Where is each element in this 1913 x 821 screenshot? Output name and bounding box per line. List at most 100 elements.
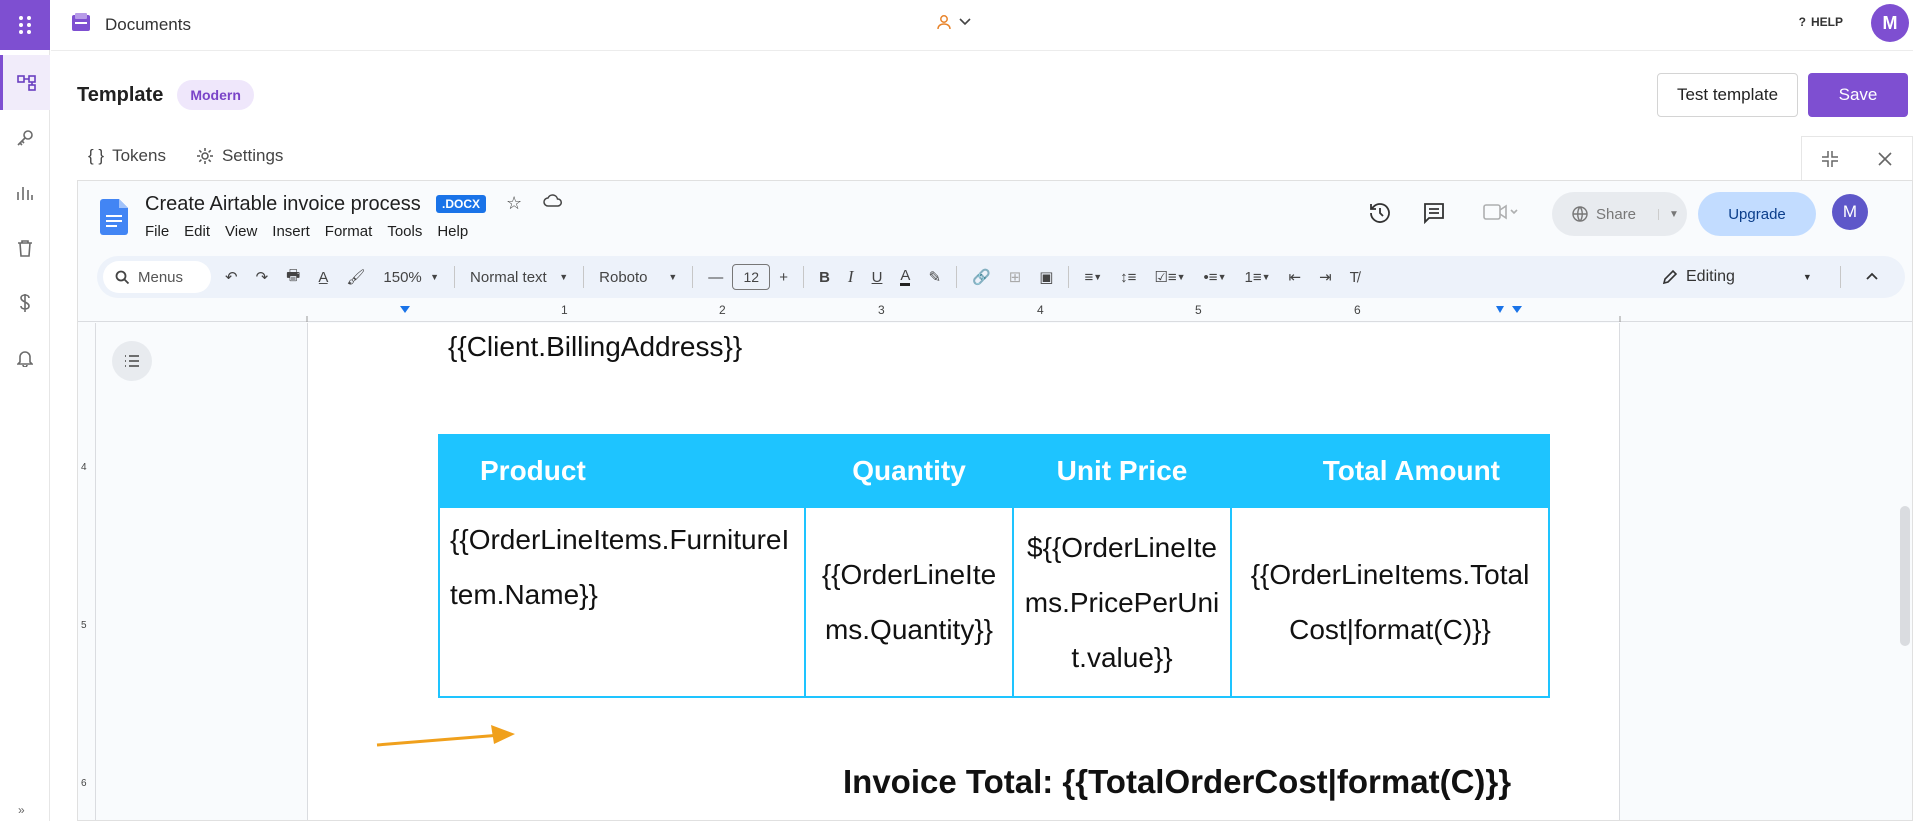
font-size-input[interactable]: 12: [732, 264, 771, 290]
decrease-indent-icon[interactable]: ⇤: [1289, 268, 1302, 286]
paint-format-icon[interactable]: 🖌: [346, 268, 365, 286]
document-outline-button[interactable]: [112, 341, 152, 381]
numbered-list-icon[interactable]: 1≡ ▼: [1244, 269, 1270, 286]
close-icon[interactable]: [1877, 151, 1893, 167]
table-header: Quantity: [804, 434, 1014, 508]
underline-icon[interactable]: U: [872, 269, 883, 286]
vertical-scrollbar[interactable]: [1900, 506, 1910, 646]
user-menu[interactable]: [936, 14, 972, 30]
increase-indent-icon[interactable]: ⇥: [1319, 268, 1332, 286]
line-spacing-icon[interactable]: ↕≡: [1120, 269, 1136, 286]
globe-icon: [1572, 206, 1588, 222]
tab-tokens[interactable]: { } Tokens: [88, 146, 166, 166]
italic-icon[interactable]: I: [848, 267, 854, 287]
text-color-icon[interactable]: A: [900, 268, 911, 286]
ruler-mark: 1: [561, 303, 568, 317]
cloud-status-icon[interactable]: [543, 193, 563, 212]
table-cell: ${{OrderLineItems.PricePerUnit.value}}: [1012, 506, 1232, 698]
search-icon: [115, 270, 130, 284]
ruler-mark: 5: [1195, 303, 1202, 317]
increase-font-icon[interactable]: +: [779, 269, 788, 286]
avatar[interactable]: M: [1871, 4, 1909, 42]
bold-icon[interactable]: B: [819, 269, 830, 286]
divider: [803, 266, 805, 288]
upgrade-button[interactable]: Upgrade: [1698, 192, 1816, 236]
dollar-icon[interactable]: [0, 275, 50, 330]
collapse-toolbar-icon[interactable]: [1865, 268, 1879, 286]
image-icon[interactable]: ▣: [1039, 268, 1053, 286]
braces-icon: { }: [88, 146, 105, 165]
gdoc-file-icon[interactable]: [100, 199, 128, 240]
pencil-icon: [1662, 269, 1678, 285]
doc-menu-bar: File Edit View Insert Format Tools Help: [145, 223, 468, 240]
share-dropdown-icon[interactable]: ▼: [1658, 208, 1679, 220]
ruler-mark: 2: [719, 303, 726, 317]
spellcheck-icon[interactable]: A̲: [318, 269, 328, 286]
menu-edit[interactable]: Edit: [184, 223, 210, 240]
menu-insert[interactable]: Insert: [272, 223, 310, 240]
highlight-icon[interactable]: ✎: [928, 268, 941, 286]
redo-icon[interactable]: ↷: [256, 268, 269, 286]
share-button[interactable]: Share ▼: [1552, 192, 1687, 236]
menu-view[interactable]: View: [225, 223, 257, 240]
bulleted-list-icon[interactable]: •≡ ▼: [1204, 269, 1227, 286]
tabs: { } Tokens Settings: [88, 146, 283, 166]
undo-icon[interactable]: ↶: [225, 268, 238, 286]
menus-search[interactable]: Menus: [103, 261, 211, 293]
menu-tools[interactable]: Tools: [387, 223, 422, 240]
divider: [956, 266, 958, 288]
history-icon[interactable]: [1368, 201, 1392, 230]
add-comment-icon[interactable]: ⊞: [1009, 268, 1022, 286]
editing-mode-select[interactable]: Editing ▼: [1662, 256, 1879, 298]
test-template-button[interactable]: Test template: [1657, 73, 1798, 117]
decrease-font-icon[interactable]: —: [708, 269, 723, 286]
svg-text:4: 4: [81, 462, 87, 473]
tab-settings[interactable]: Settings: [196, 146, 283, 166]
gear-icon: [196, 148, 213, 164]
menu-file[interactable]: File: [145, 223, 169, 240]
svg-text:5: 5: [81, 620, 87, 631]
doc-toolbar: Menus ↶ ↷ 🖶 A̲ 🖌 150% ▼ Normal text ▼ Ro…: [97, 256, 1905, 298]
save-button[interactable]: Save: [1808, 73, 1908, 117]
table-cell: {{OrderLineItems.FurnitureItem.Name}}: [438, 506, 806, 698]
meet-icon[interactable]: [1483, 203, 1519, 226]
checklist-icon[interactable]: ☑≡ ▼: [1154, 268, 1185, 286]
style-select[interactable]: Normal text ▼: [470, 269, 568, 286]
vertical-ruler: 4 5 6: [78, 323, 96, 820]
invoice-total-token: Invoice Total: {{TotalOrderCost|format(C…: [843, 763, 1512, 800]
link-icon[interactable]: 🔗: [972, 268, 991, 286]
workflow-icon[interactable]: [0, 55, 50, 110]
document-page[interactable]: {{Client.BillingAddress}} Product Quanti…: [307, 323, 1620, 820]
expand-rail-icon[interactable]: »: [18, 803, 25, 817]
user-icon: [937, 15, 951, 30]
clear-format-icon[interactable]: T̸: [1350, 269, 1359, 286]
print-icon[interactable]: 🖶: [286, 265, 300, 290]
menu-format[interactable]: Format: [325, 223, 373, 240]
collapse-icon[interactable]: [1821, 150, 1839, 168]
key-icon[interactable]: [0, 110, 50, 165]
chart-icon[interactable]: [0, 165, 50, 220]
doc-avatar[interactable]: M: [1832, 194, 1868, 230]
font-select[interactable]: Roboto ▼: [599, 269, 677, 286]
template-header: Template Modern: [77, 80, 254, 110]
help-link[interactable]: ? HELP: [1799, 15, 1843, 29]
comment-icon[interactable]: [1423, 202, 1445, 229]
trash-icon[interactable]: [0, 220, 50, 275]
ruler-mark: 6: [1354, 303, 1361, 317]
list-icon: [125, 355, 139, 367]
ruler-ticks: 1 2 3 4 5 6: [306, 303, 1621, 322]
chevron-down-icon: [959, 18, 971, 26]
documents-icon: [69, 11, 93, 40]
svg-text:6: 6: [81, 778, 87, 789]
apps-grid-icon[interactable]: [0, 0, 50, 50]
align-icon[interactable]: ≡ ▼: [1084, 269, 1102, 286]
doc-title[interactable]: Create Airtable invoice process: [145, 193, 421, 216]
question-icon: ?: [1798, 15, 1806, 29]
zoom-select[interactable]: 150% ▼: [383, 269, 439, 286]
top-bar: Documents ? HELP M: [51, 0, 1913, 51]
horizontal-ruler: 1 2 3 4 5 6: [78, 302, 1912, 322]
menu-help[interactable]: Help: [437, 223, 468, 240]
bell-icon[interactable]: [0, 330, 50, 385]
star-icon[interactable]: ☆: [506, 193, 522, 214]
divider: [583, 266, 585, 288]
